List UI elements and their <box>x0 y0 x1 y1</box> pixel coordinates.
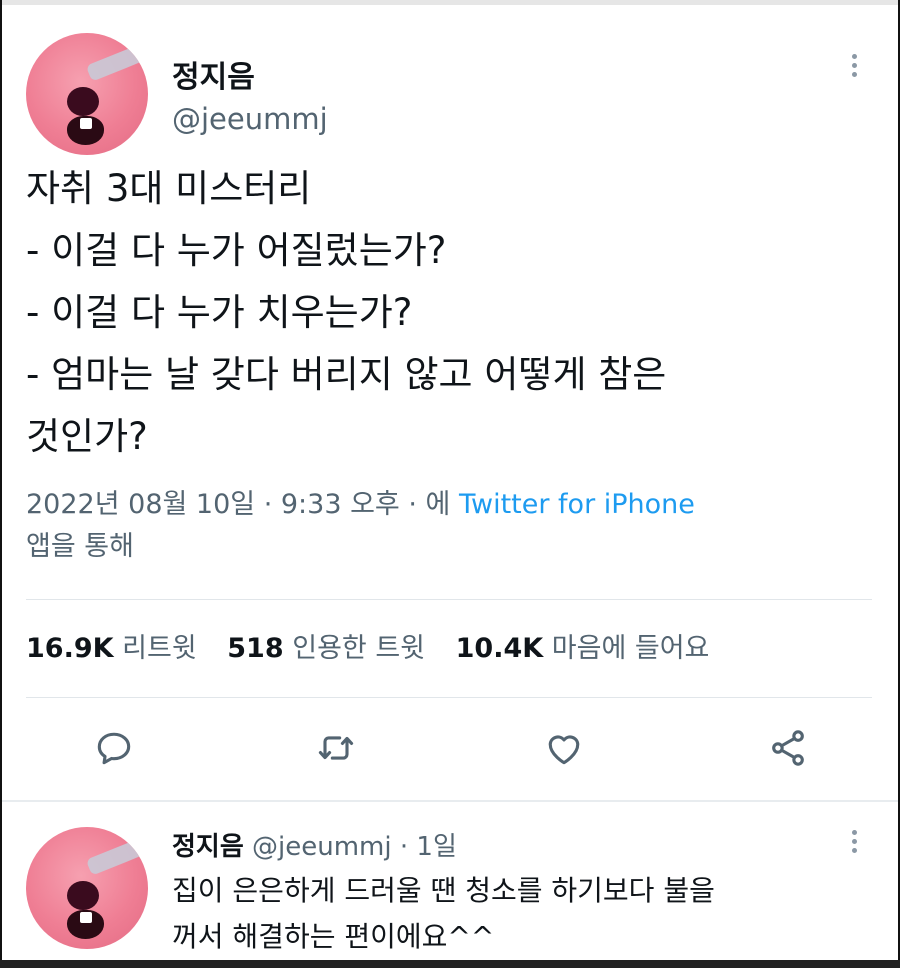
author-name[interactable]: 정지음 <box>172 52 255 96</box>
likes-label: 마음에 들어요 <box>551 633 710 664</box>
avatar-eye-band <box>85 839 144 876</box>
tweet-line: - 이걸 다 누가 어질렀는가? <box>26 229 447 272</box>
reply-line: 집이 은은하게 드러울 땐 청소를 하기보다 불을 <box>172 874 715 907</box>
avatar-tooth <box>79 912 92 924</box>
likes-count: 10.4K <box>455 633 544 664</box>
share-icon <box>772 730 804 766</box>
retweets-label: 리트윗 <box>122 633 197 664</box>
tweet-line: 것인가? <box>26 415 148 458</box>
more-options-icon[interactable] <box>852 54 858 81</box>
reply-time[interactable]: 1일 <box>416 832 456 862</box>
avatar-eye-band <box>85 45 144 82</box>
tweet-line: - 이걸 다 누가 치우는가? <box>26 291 413 334</box>
tweet-time[interactable]: 9:33 오후 <box>281 489 400 520</box>
frame-edge-left <box>0 0 2 968</box>
share-button[interactable] <box>766 726 810 770</box>
bottom-bar <box>0 960 900 968</box>
reply-author-name[interactable]: 정지음 <box>172 832 244 862</box>
tweet-meta: 2022년 08월 10일 · 9:33 오후 · 에 Twitter for … <box>26 484 866 568</box>
retweet-icon <box>318 736 354 760</box>
heart-icon <box>548 735 580 765</box>
tweet-line: 자취 3대 미스터리 <box>26 167 312 210</box>
like-button[interactable] <box>542 726 586 770</box>
section-divider <box>0 800 900 802</box>
avatar-tooth <box>79 118 92 130</box>
meta-separator: · <box>255 489 281 520</box>
divider <box>26 697 872 698</box>
reply-line: 꺼서 해결하는 편이에요^^ <box>172 920 495 953</box>
reply-icon <box>97 732 131 765</box>
reply-author-handle[interactable]: @jeeummj <box>252 832 392 862</box>
retweet-button[interactable] <box>314 726 358 770</box>
avatar-nose <box>67 880 100 910</box>
top-bar <box>0 0 900 5</box>
author-handle[interactable]: @jeeummj <box>172 102 328 136</box>
avatar-nose <box>67 86 100 116</box>
reply-text: 집이 은은하게 드러울 땐 청소를 하기보다 불을 꺼서 해결하는 편이에요^^ <box>172 868 852 960</box>
via-suffix: 앱을 통해 <box>26 531 134 562</box>
reply-more-options-icon[interactable] <box>852 830 858 857</box>
via-prefix: 에 <box>425 489 459 520</box>
tweet-stats: 16.9K 리트윗 518 인용한 트윗 10.4K 마음에 들어요 <box>26 626 709 665</box>
quotes-stat[interactable]: 518 인용한 트윗 <box>227 633 425 664</box>
source-link[interactable]: Twitter for iPhone <box>459 489 695 520</box>
reply-separator: · <box>391 832 417 862</box>
divider <box>26 599 872 600</box>
meta-separator: · <box>399 489 426 520</box>
quotes-label: 인용한 트윗 <box>292 633 426 664</box>
reply-header: 정지음 @jeeummj · 1일 <box>172 826 457 863</box>
author-avatar[interactable] <box>26 33 148 155</box>
reply-button[interactable] <box>92 726 136 770</box>
retweets-count: 16.9K <box>26 633 114 664</box>
quotes-count: 518 <box>227 633 284 664</box>
likes-stat[interactable]: 10.4K 마음에 들어요 <box>456 633 710 664</box>
tweet-date[interactable]: 2022년 08월 10일 <box>26 489 255 520</box>
tweet-text: 자취 3대 미스터리 - 이걸 다 누가 어질렀는가? - 이걸 다 누가 치우… <box>26 158 866 468</box>
tweet-line: - 엄마는 날 갖다 버리지 않고 어떻게 참은 <box>26 353 667 396</box>
reply-avatar[interactable] <box>26 827 148 949</box>
retweets-stat[interactable]: 16.9K 리트윗 <box>26 633 197 664</box>
